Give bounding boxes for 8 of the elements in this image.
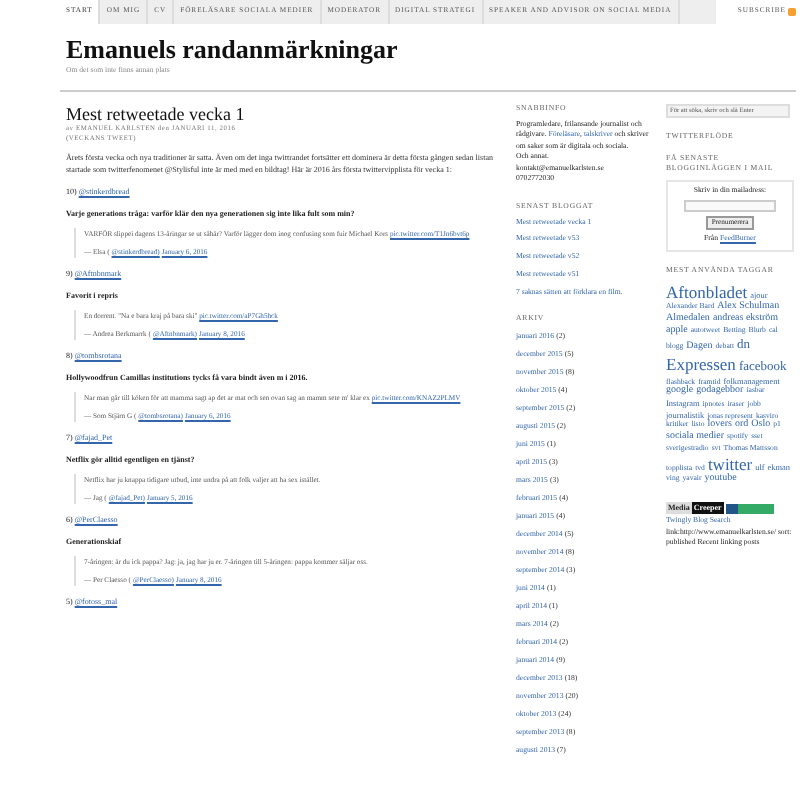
post-title: Mest retweetade vecka 1 (66, 103, 247, 124)
rss-icon (788, 8, 796, 16)
tag-link[interactable]: twitter (707, 453, 753, 475)
site-title: Emanuels randanmärkningar (66, 36, 400, 64)
badge-graphic (725, 503, 774, 514)
tag-link[interactable]: Aftonbladet (666, 281, 748, 302)
tag-link[interactable]: Expressen (666, 353, 736, 375)
email-field[interactable] (684, 200, 776, 213)
